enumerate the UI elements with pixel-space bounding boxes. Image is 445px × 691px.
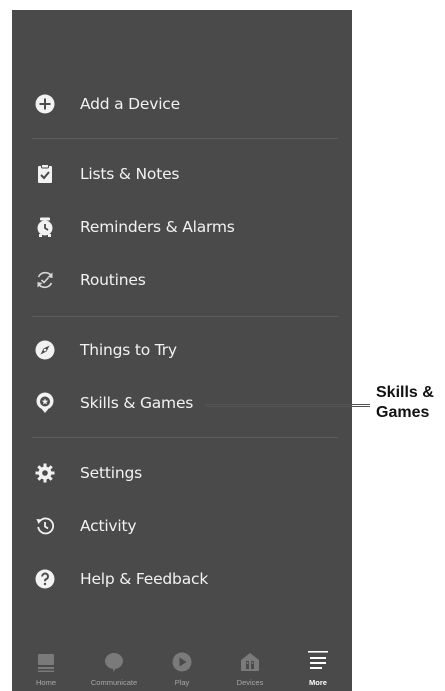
menu-item-label: Things to Try [80, 341, 177, 359]
menu-item-routines[interactable]: Routines [12, 260, 352, 300]
menu-item-activity[interactable]: Activity [12, 506, 352, 546]
callout-leader-line [205, 404, 370, 407]
nav-label: Communicate [90, 678, 138, 687]
routines-icon [34, 269, 56, 291]
callout-line-1: Skills & [376, 384, 434, 401]
chat-bubble-icon [103, 651, 125, 673]
nav-devices[interactable]: Devices [216, 649, 284, 691]
nav-more[interactable]: More [284, 649, 352, 691]
app-screen: Add a Device Lists & Notes Reminders & A… [12, 10, 352, 691]
divider [32, 316, 338, 317]
play-icon [171, 651, 193, 673]
menu-item-help-feedback[interactable]: Help & Feedback [12, 559, 352, 599]
add-circle-icon [34, 93, 56, 115]
menu-item-label: Help & Feedback [80, 570, 209, 588]
menu-item-add-device[interactable]: Add a Device [12, 84, 352, 124]
nav-label: Home [35, 678, 56, 687]
menu-item-label: Routines [80, 271, 146, 289]
callout-line-2: Games [376, 404, 430, 421]
gear-icon [34, 462, 56, 484]
nav-label: Devices [236, 678, 264, 687]
menu-item-settings[interactable]: Settings [12, 453, 352, 493]
nav-communicate[interactable]: Communicate [80, 649, 148, 691]
home-icon [35, 651, 57, 673]
menu-item-label: Lists & Notes [80, 165, 180, 183]
skills-star-icon [34, 392, 56, 414]
nav-home[interactable]: Home [12, 649, 80, 691]
menu-icon [307, 651, 329, 673]
menu-item-label: Activity [80, 517, 137, 535]
history-icon [34, 515, 56, 537]
menu-item-label: Skills & Games [80, 394, 194, 412]
menu-item-label: Reminders & Alarms [80, 218, 235, 236]
menu-item-reminders-alarms[interactable]: Reminders & Alarms [12, 207, 352, 247]
bottom-navigation: Home Communicate Play Devices More [12, 649, 352, 691]
menu-item-label: Settings [80, 464, 142, 482]
menu-item-lists-notes[interactable]: Lists & Notes [12, 154, 352, 194]
alarm-clock-icon [34, 216, 56, 238]
nav-label: More [309, 678, 327, 687]
nav-label: Play [174, 678, 190, 687]
menu-item-label: Add a Device [80, 95, 180, 113]
callout-label: Skills & Games [376, 383, 445, 423]
compass-icon [34, 339, 56, 361]
menu-item-skills-games[interactable]: Skills & Games [12, 383, 352, 423]
divider [32, 437, 338, 438]
divider [32, 138, 338, 139]
clipboard-check-icon [34, 163, 56, 185]
help-icon [34, 568, 56, 590]
nav-play[interactable]: Play [148, 649, 216, 691]
devices-icon [239, 651, 261, 673]
menu-item-things-to-try[interactable]: Things to Try [12, 330, 352, 370]
